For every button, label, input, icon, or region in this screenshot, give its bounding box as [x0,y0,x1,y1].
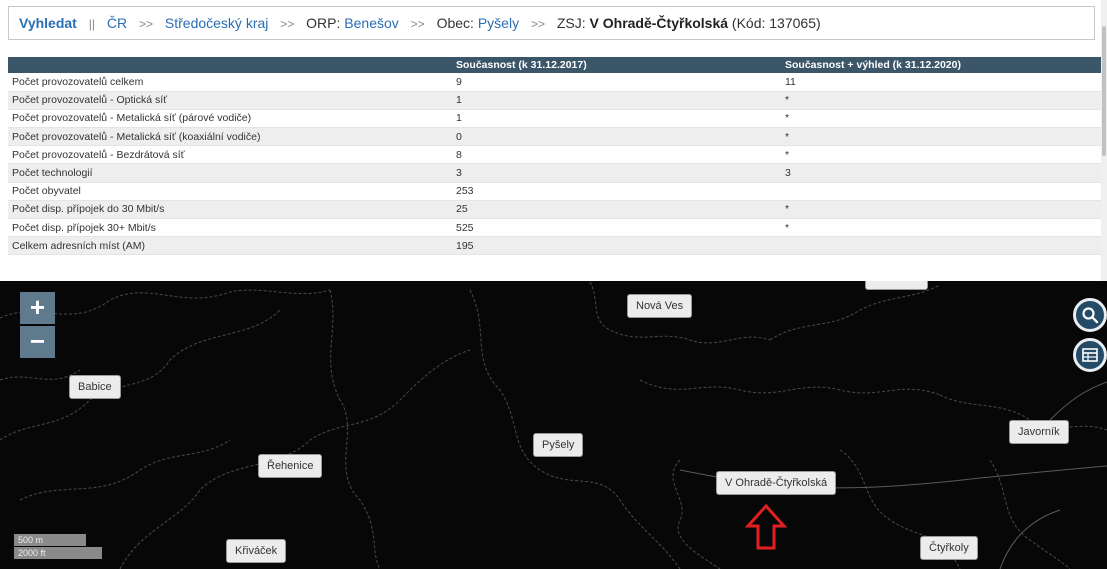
row-current: 0 [452,127,781,147]
map-label-v-ohrade[interactable]: V Ohradě-Čtyřkolská [716,471,837,495]
column-header-metric [8,57,452,73]
breadcrumb: Vyhledat || ČR >> Středočeský kraj >> OR… [8,6,1095,40]
arrow-up-icon [745,503,787,550]
table-row: Počet provozovatelů - Optická síť 1 * [8,91,1103,110]
table-toggle-button[interactable] [1073,338,1107,372]
table-row: Celkem adresních míst (AM) 195 [8,236,1103,256]
breadcrumb-zsj: V Ohradě-Čtyřkolská [589,15,729,31]
row-current: 9 [452,73,781,92]
search-map-button[interactable] [1073,298,1107,332]
row-outlook: * [781,218,1103,238]
row-label: Počet provozovatelů - Optická síť [8,91,452,110]
breadcrumb-divider: || [88,17,95,31]
table-header-row: Současnost (k 31.12.2017) Současnost + v… [8,57,1103,73]
row-label: Počet technologií [8,163,452,183]
scrollbar-thumb[interactable] [1102,26,1106,156]
row-current: 3 [452,163,781,183]
row-current: 525 [452,218,781,238]
column-header-outlook: Současnost + výhled (k 31.12.2020) [781,57,1103,73]
map-label-nova-ves[interactable]: Nová Ves [627,294,693,318]
search-icon [1082,307,1099,324]
stats-table: Současnost (k 31.12.2017) Současnost + v… [8,57,1103,256]
map-label-rehenice[interactable]: Řehenice [258,454,323,478]
map-label-ctyrkoly[interactable]: Čtyřkoly [920,536,978,560]
row-outlook: * [781,200,1103,220]
map-label-javornik[interactable]: Javorník [1009,420,1069,444]
row-current: 253 [452,182,781,201]
breadcrumb-zsj-prefix: ZSJ: [556,15,590,31]
breadcrumb-code: (Kód: 137065) [731,15,821,31]
breadcrumb-separator: >> [410,17,425,31]
table-row: Počet disp. přípojek do 30 Mbit/s 25 * [8,200,1103,220]
breadcrumb-orp-prefix: ORP: [306,15,345,31]
row-current: 8 [452,145,781,165]
zoom-in-button[interactable]: + [20,292,55,324]
breadcrumb-obec[interactable]: Pyšely [478,15,519,31]
row-outlook: * [781,127,1103,147]
row-label: Počet obyvatel [8,182,452,201]
breadcrumb-country[interactable]: ČR [107,15,127,31]
table-row: Počet obyvatel 253 [8,182,1103,201]
row-label: Počet provozovatelů - Metalická síť (pár… [8,109,452,129]
zoom-out-button[interactable]: − [20,326,55,358]
row-current: 25 [452,200,781,220]
breadcrumb-separator: >> [138,17,153,31]
table-row: Počet provozovatelů celkem 9 11 [8,73,1103,92]
map-label-babice[interactable]: Babice [69,375,121,399]
row-outlook [781,236,1103,256]
scale-bar-feet: 2000 ft [14,547,102,559]
table-row: Počet disp. přípojek 30+ Mbit/s 525 * [8,218,1103,238]
row-outlook: 3 [781,163,1103,183]
table-row: Počet provozovatelů - Metalická síť (pár… [8,109,1103,129]
row-label: Počet provozovatelů celkem [8,73,452,92]
row-outlook: 11 [781,73,1103,92]
row-outlook: * [781,145,1103,165]
row-outlook [781,182,1103,201]
map-label-krivacek[interactable]: Křiváček [226,539,287,563]
breadcrumb-obec-prefix: Obec: [436,15,478,31]
row-label: Počet provozovatelů - Metalická síť (koa… [8,127,452,147]
row-label: Počet provozovatelů - Bezdrátová síť [8,145,452,165]
table-icon [1082,348,1098,362]
column-header-current: Současnost (k 31.12.2017) [452,57,781,73]
breadcrumb-region[interactable]: Středočeský kraj [165,15,268,31]
row-current: 1 [452,91,781,110]
row-current: 195 [452,236,781,256]
table-row: Počet provozovatelů - Bezdrátová síť 8 * [8,145,1103,165]
map-label-pysely[interactable]: Pyšely [533,433,584,457]
breadcrumb-separator: >> [280,17,295,31]
row-current: 1 [452,109,781,129]
breadcrumb-orp[interactable]: Benešov [344,15,398,31]
row-label: Počet disp. přípojek 30+ Mbit/s [8,218,452,238]
table-row: Počet provozovatelů - Metalická síť (koa… [8,127,1103,147]
info-panel: Vyhledat || ČR >> Středočeský kraj >> OR… [0,0,1107,281]
row-label: Celkem adresních míst (AM) [8,236,452,256]
row-outlook: * [781,91,1103,110]
breadcrumb-separator: >> [530,17,545,31]
app: + − Nová Ves Babice Pyšely Řehenice V Oh… [0,0,1107,569]
row-label: Počet disp. přípojek do 30 Mbit/s [8,200,452,220]
scale-bar-meters: 500 m [14,534,86,546]
panel-scrollbar[interactable] [1101,0,1107,281]
table-row: Počet technologií 3 3 [8,163,1103,183]
stats-table-container: Současnost (k 31.12.2017) Současnost + v… [8,57,1103,277]
row-outlook: * [781,109,1103,129]
search-link[interactable]: Vyhledat [19,15,77,31]
